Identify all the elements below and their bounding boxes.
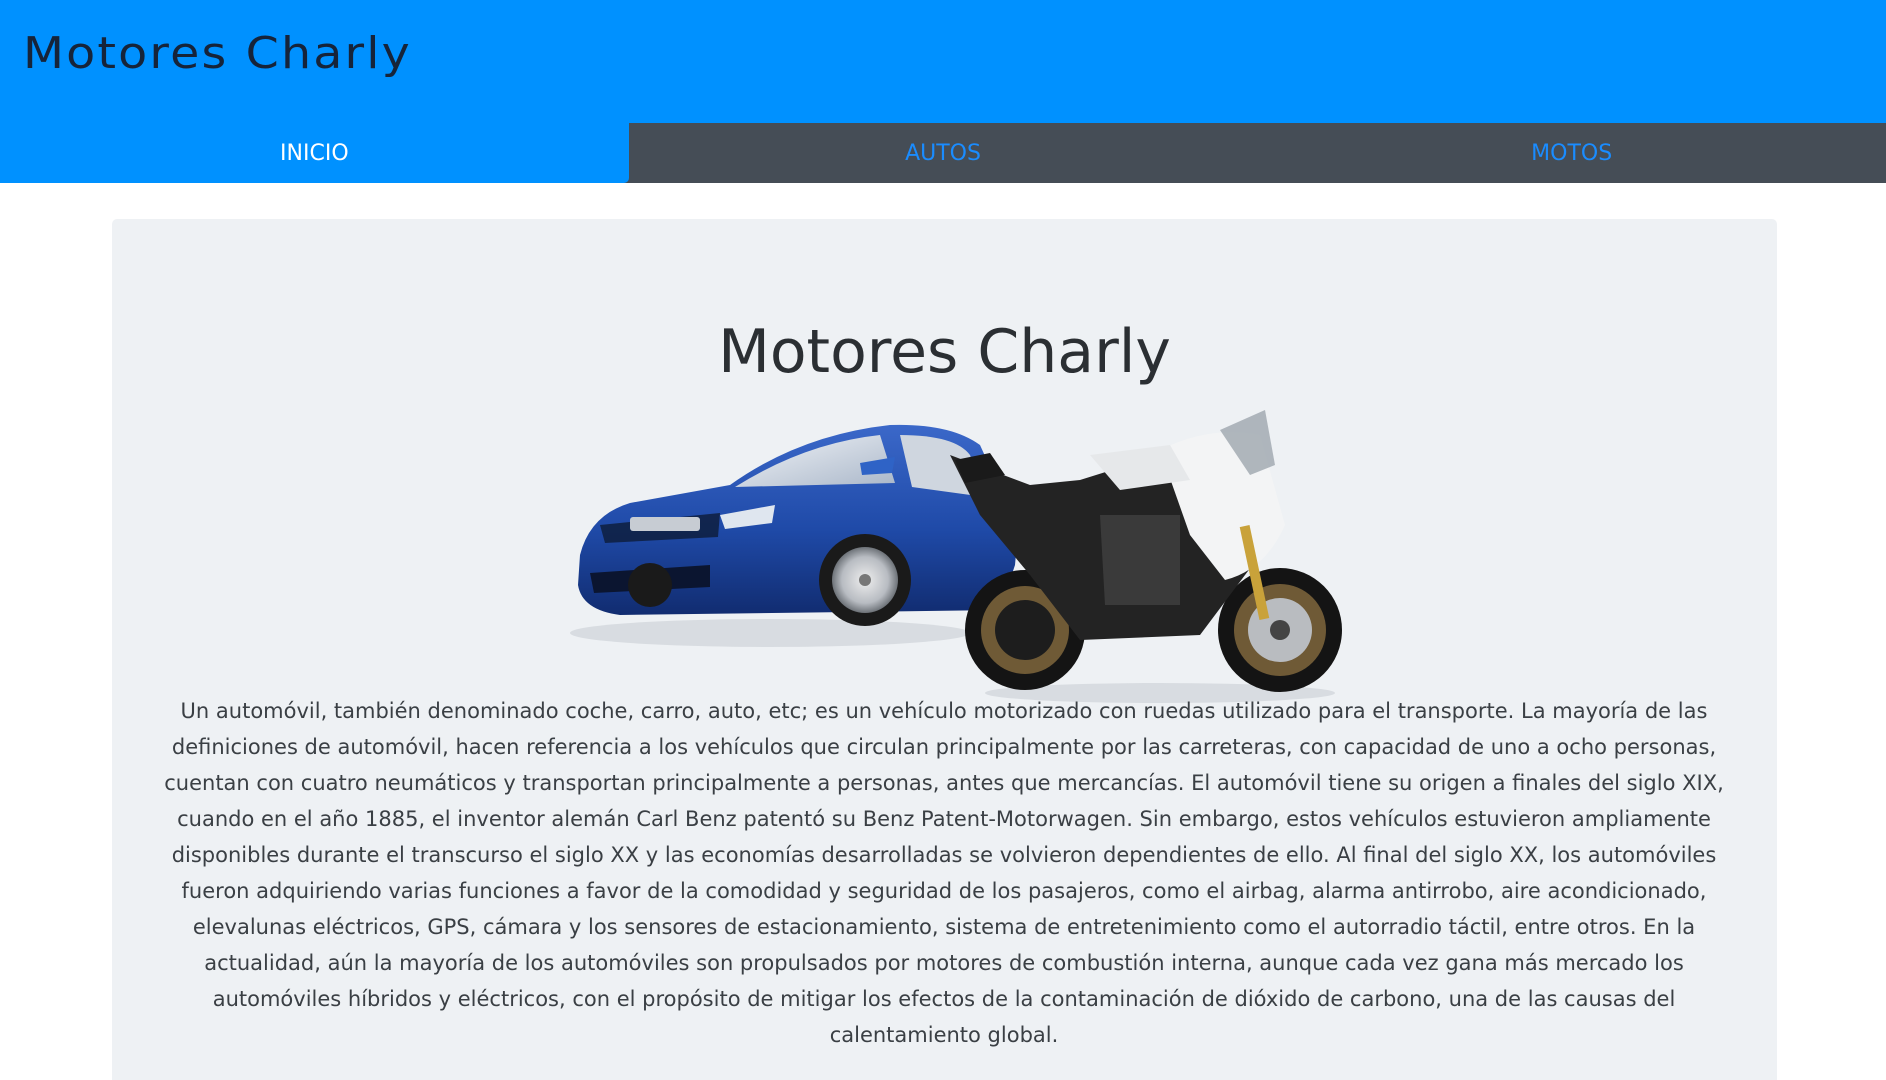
jumbotron: Motores Charly Un automóvil, también den…: [112, 219, 1777, 1080]
hero-image: [570, 410, 1342, 703]
nav-item-autos[interactable]: AUTOS: [629, 123, 1258, 183]
brand-logo[interactable]: Motores Charly: [23, 28, 412, 79]
site-header: Motores Charly: [0, 0, 1886, 123]
page-title: Motores Charly: [718, 317, 1171, 387]
car-image: [570, 424, 1017, 647]
nav-item-motos[interactable]: MOTOS: [1257, 123, 1886, 183]
description-text: Un automóvil, también denominado coche, …: [164, 699, 1724, 1047]
nav-item-inicio[interactable]: INICIO: [0, 123, 629, 183]
main-navigation: INICIO AUTOS MOTOS: [0, 123, 1886, 183]
